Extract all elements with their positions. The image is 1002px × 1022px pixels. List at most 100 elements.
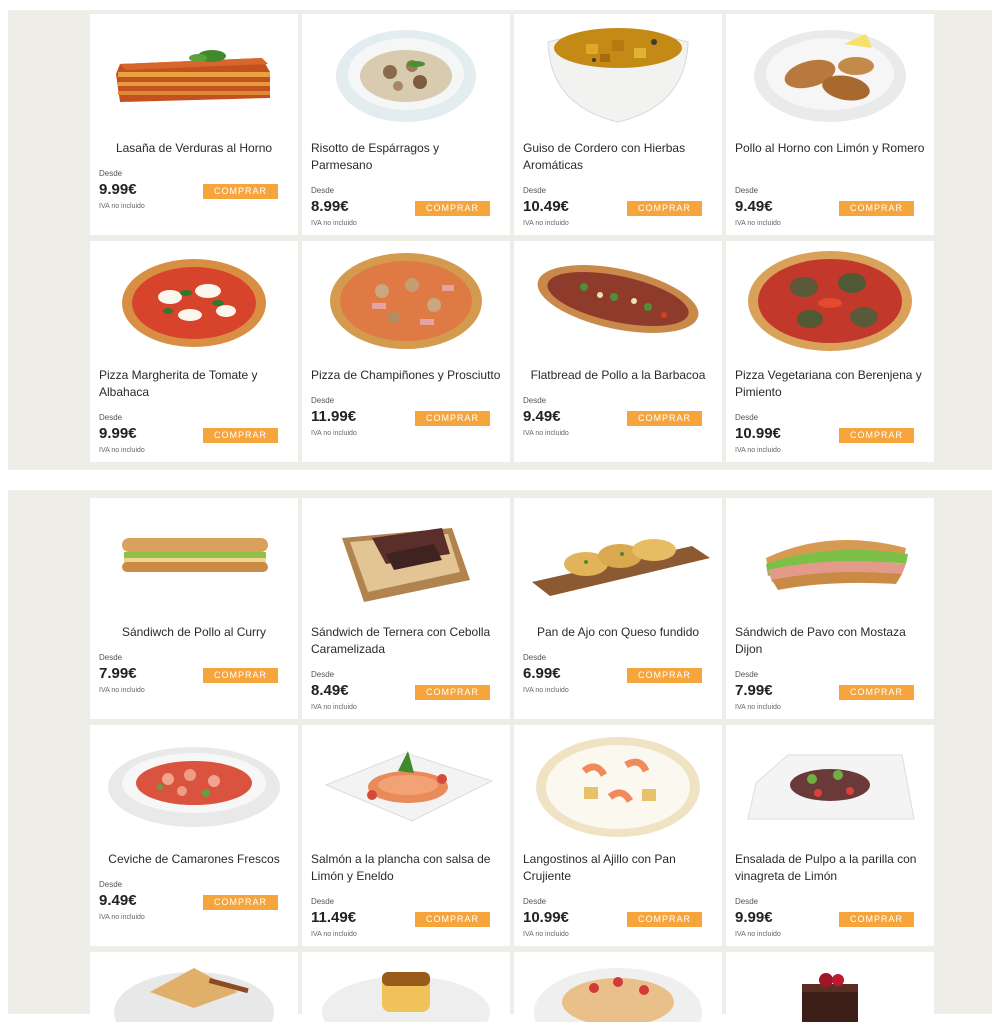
pizza-margherita-image[interactable] xyxy=(90,241,298,359)
iva-note: IVA no incluido xyxy=(99,687,145,694)
product-card[interactable]: Flatbread de Pollo a la Barbacoa Desde 9… xyxy=(514,241,722,462)
product-card[interactable]: Sándwich de Pavo con Mostaza Dijon Desde… xyxy=(726,498,934,719)
buy-button[interactable]: COMPRAR xyxy=(203,668,278,683)
buy-button[interactable]: COMPRAR xyxy=(415,201,490,216)
desde-label: Desde xyxy=(311,186,335,195)
iva-note: IVA no incluido xyxy=(99,203,145,210)
fruit-crepes-image[interactable] xyxy=(514,952,722,1022)
desde-label: Desde xyxy=(523,653,547,662)
iva-note: IVA no incluido xyxy=(735,931,781,938)
buy-button[interactable]: COMPRAR xyxy=(627,912,702,927)
buy-button[interactable]: COMPRAR xyxy=(839,912,914,927)
mushroom-pizza-image[interactable] xyxy=(302,241,510,359)
desde-label: Desde xyxy=(735,670,759,679)
product-card[interactable]: Pan de Ajo con Queso fundido Desde 6.99€… xyxy=(514,498,722,719)
product-card[interactable]: Guiso de Cordero con Hierbas Aromáticas … xyxy=(514,14,722,235)
buy-button[interactable]: COMPRAR xyxy=(203,184,278,199)
product-card[interactable] xyxy=(726,952,934,1022)
desde-label: Desde xyxy=(735,897,759,906)
buy-button[interactable]: COMPRAR xyxy=(415,411,490,426)
product-price: 7.99€ xyxy=(735,682,773,699)
buy-button[interactable]: COMPRAR xyxy=(839,428,914,443)
product-card[interactable]: Sándwich de Ternera con Cebolla Carameli… xyxy=(302,498,510,719)
veggie-pizza-image[interactable] xyxy=(726,241,934,359)
product-card[interactable]: Ceviche de Camarones Frescos Desde 9.49€… xyxy=(90,725,298,946)
desde-label: Desde xyxy=(311,670,335,679)
product-name: Risotto de Espárragos y Parmesano xyxy=(311,141,440,172)
beef-sandwich-image[interactable] xyxy=(302,498,510,616)
garlic-prawns-image[interactable] xyxy=(514,725,722,843)
garlic-bread-image[interactable] xyxy=(514,498,722,616)
product-card[interactable]: Risotto de Espárragos y Parmesano Desde … xyxy=(302,14,510,235)
desde-label: Desde xyxy=(523,897,547,906)
iva-note: IVA no incluido xyxy=(311,704,357,711)
product-name: Ensalada de Pulpo a la parilla con vinag… xyxy=(735,852,917,883)
buy-button[interactable]: COMPRAR xyxy=(627,411,702,426)
crepes-image[interactable] xyxy=(90,952,298,1022)
product-card[interactable] xyxy=(90,952,298,1022)
product-price: 9.99€ xyxy=(735,909,773,926)
product-card[interactable]: Pollo al Horno con Limón y Romero Desde … xyxy=(726,14,934,235)
product-price: 11.99€ xyxy=(311,408,357,425)
product-card[interactable]: Pizza Margherita de Tomate y Albahaca De… xyxy=(90,241,298,462)
product-price: 9.49€ xyxy=(99,892,137,909)
buy-button[interactable]: COMPRAR xyxy=(839,201,914,216)
iva-note: IVA no incluido xyxy=(99,447,145,454)
product-price: 9.49€ xyxy=(735,198,773,215)
salmon-plate-image[interactable] xyxy=(302,725,510,843)
buy-button[interactable]: COMPRAR xyxy=(415,685,490,700)
buy-button[interactable]: COMPRAR xyxy=(203,895,278,910)
product-card[interactable]: Ensalada de Pulpo a la parilla con vinag… xyxy=(726,725,934,946)
product-card[interactable]: Sándiwch de Pollo al Curry Desde 7.99€ I… xyxy=(90,498,298,719)
buy-button[interactable]: COMPRAR xyxy=(839,685,914,700)
product-card[interactable] xyxy=(302,952,510,1022)
product-card[interactable]: Salmón a la plancha con salsa de Limón y… xyxy=(302,725,510,946)
buy-button[interactable]: COMPRAR xyxy=(627,668,702,683)
product-price: 9.49€ xyxy=(523,408,561,425)
product-card[interactable]: Pizza de Champiñones y Prosciutto Desde … xyxy=(302,241,510,462)
lasagna-image[interactable] xyxy=(90,14,298,132)
product-section-2: Sándiwch de Pollo al Curry Desde 7.99€ I… xyxy=(8,490,992,1022)
buy-button[interactable]: COMPRAR xyxy=(203,428,278,443)
iva-note: IVA no incluido xyxy=(99,914,145,921)
buy-button[interactable]: COMPRAR xyxy=(627,201,702,216)
iva-note: IVA no incluido xyxy=(311,931,357,938)
product-card[interactable]: Langostinos al Ajillo con Pan Crujiente … xyxy=(514,725,722,946)
flan-image[interactable] xyxy=(302,952,510,1022)
product-card[interactable] xyxy=(514,952,722,1022)
iva-note: IVA no incluido xyxy=(735,447,781,454)
product-name: Guiso de Cordero con Hierbas Aromáticas xyxy=(523,141,686,172)
desde-label: Desde xyxy=(523,186,547,195)
product-price: 10.49€ xyxy=(523,198,569,215)
desde-label: Desde xyxy=(735,186,759,195)
curry-chicken-sandwich-image[interactable] xyxy=(90,498,298,616)
product-price: 11.49€ xyxy=(311,909,357,926)
lamb-stew-image[interactable] xyxy=(514,14,722,132)
chocolate-cake-image[interactable] xyxy=(726,952,934,1022)
desde-label: Desde xyxy=(99,413,123,422)
desde-label: Desde xyxy=(99,169,123,178)
bbq-flatbread-image[interactable] xyxy=(514,241,722,359)
product-card[interactable]: Lasaña de Verduras al Horno Desde 9.99€ … xyxy=(90,14,298,235)
product-name: Sándiwch de Pollo al Curry xyxy=(121,625,267,639)
roast-chicken-image[interactable] xyxy=(726,14,934,132)
product-name: Lasaña de Verduras al Horno xyxy=(115,141,273,155)
product-card[interactable]: Pizza Vegetariana con Berenjena y Pimien… xyxy=(726,241,934,462)
product-name: Langostinos al Ajillo con Pan Crujiente xyxy=(523,852,676,883)
product-name: Ceviche de Camarones Frescos xyxy=(108,852,280,866)
product-name: Pizza Vegetariana con Berenjena y Pimien… xyxy=(735,368,922,399)
buy-button[interactable]: COMPRAR xyxy=(415,912,490,927)
octopus-salad-image[interactable] xyxy=(726,725,934,843)
product-name: Sándwich de Ternera con Cebolla Carameli… xyxy=(311,625,491,656)
product-section-1: Lasaña de Verduras al Horno Desde 9.99€ … xyxy=(8,10,992,470)
iva-note: IVA no incluido xyxy=(311,430,357,437)
product-name: Pollo al Horno con Limón y Romero xyxy=(735,141,925,155)
turkey-sandwich-image[interactable] xyxy=(726,498,934,616)
product-name: Pan de Ajo con Queso fundido xyxy=(536,625,700,639)
product-price: 7.99€ xyxy=(99,665,137,682)
product-name: Sándwich de Pavo con Mostaza Dijon xyxy=(735,625,906,656)
desde-label: Desde xyxy=(99,880,123,889)
risotto-image[interactable] xyxy=(302,14,510,132)
shrimp-ceviche-image[interactable] xyxy=(90,725,298,843)
iva-note: IVA no incluido xyxy=(523,931,569,938)
